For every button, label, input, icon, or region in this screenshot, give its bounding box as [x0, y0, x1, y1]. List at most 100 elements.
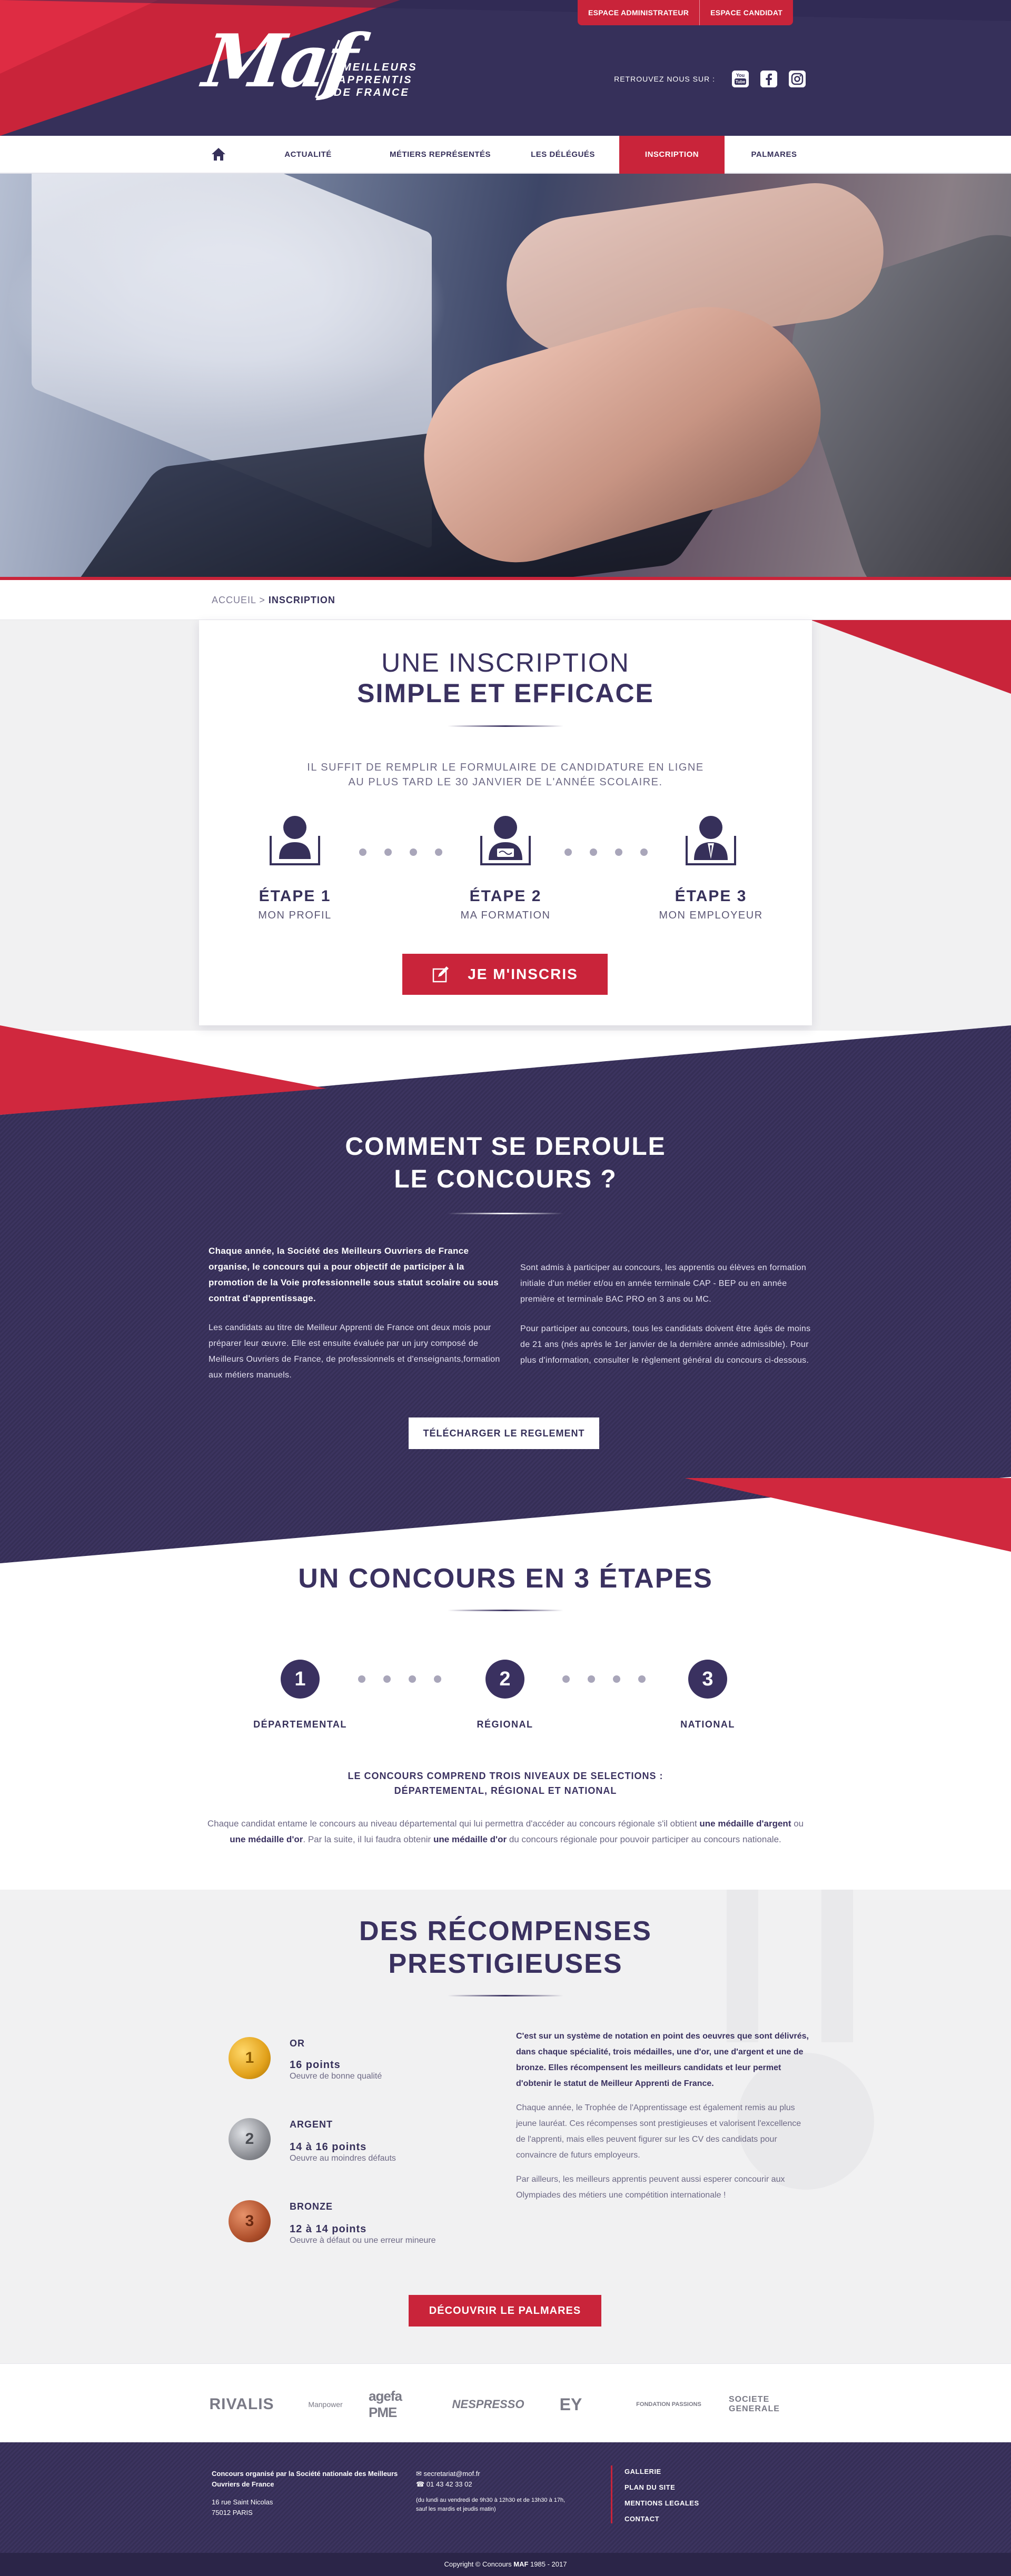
- footer-address: 16 rue Saint Nicolas 75012 PARIS: [212, 2498, 273, 2517]
- recompenses-paragraph: Par ailleurs, les meilleurs apprentis pe…: [516, 2175, 785, 2200]
- breadcrumb-current: INSCRIPTION: [268, 595, 335, 605]
- recompenses-text: C'est sur un système de notation en poin…: [516, 2029, 811, 2203]
- svg-text:You: You: [736, 73, 745, 78]
- section-divider: [448, 1213, 563, 1214]
- deroulement-title-line: COMMENT SE DEROULE: [345, 1133, 666, 1161]
- deroulement-title-line: LE CONCOURS ?: [394, 1165, 617, 1193]
- partner-logo-nespresso[interactable]: NESPRESSO: [449, 2386, 528, 2423]
- level-label: NATIONAL: [680, 1719, 735, 1730]
- section-divider: [448, 1995, 563, 1996]
- recompenses-section: DES RÉCOMPENSES PRESTIGIEUSES 1 OR 16 po…: [0, 1890, 1011, 2363]
- top-buttons: ESPACE ADMINISTRATEUR ESPACE CANDIDAT: [578, 0, 794, 25]
- footer-link-mentions-legales[interactable]: MENTIONS LEGALES: [625, 2499, 699, 2507]
- footer-link-gallerie[interactable]: GALLERIE: [625, 2468, 661, 2475]
- etapes-lead-line: LE CONCOURS COMPREND TROIS NIVEAUX DE SE…: [348, 1771, 663, 1781]
- silver-medal-icon: 2: [229, 2118, 271, 2160]
- logo-line: MEILLEURS: [342, 62, 418, 73]
- recompenses-title-line: PRESTIGIEUSES: [388, 1949, 623, 1979]
- site-header: Maf MEILLEURS APPRENTIS DE FRANCE ESPACE…: [0, 0, 1011, 136]
- nav-item-actualite[interactable]: ACTUALITÉ: [265, 136, 351, 174]
- inscription-red-shape: [811, 620, 1011, 694]
- medal-description: Oeuvre au moindres défauts: [290, 2154, 396, 2163]
- level-label: RÉGIONAL: [477, 1719, 533, 1730]
- partners-bar: RIVALIS Manpower agefa PME NESPRESSO EY …: [0, 2363, 1011, 2442]
- breadcrumb-text: ACCUEIL > INSCRIPTION: [212, 595, 335, 606]
- inscription-intro-line: IL SUFFIT DE REMPLIR LE FORMULAIRE DE CA…: [307, 762, 704, 773]
- deroulement-red-shape-right: [685, 1478, 1011, 1552]
- home-icon[interactable]: [211, 146, 226, 162]
- footer-hours: (du lundi au vendredi de 9h30 à 12h30 et…: [416, 2497, 566, 2512]
- section-divider: [448, 725, 563, 727]
- inscription-intro-line: AU PLUS TARD LE 30 JANVIER DE L'ANNÉE SC…: [348, 776, 663, 788]
- decouvrir-palmares-button[interactable]: DÉCOUVRIR LE PALMARES: [409, 2295, 601, 2327]
- deroulement-paragraph: Les candidats au titre de Meilleur Appre…: [209, 1323, 500, 1380]
- inscription-title-bold: SIMPLE ET EFFICACE: [357, 678, 654, 708]
- level-dots: [562, 1675, 646, 1683]
- inscription-title-light: UNE INSCRIPTION: [381, 648, 630, 677]
- medal-points: 16 points: [290, 2059, 341, 2071]
- phone-icon: ☎: [416, 2480, 425, 2488]
- hero-image: [0, 174, 1011, 580]
- etapes-section: UN CONCOURS EN 3 ÉTAPES 1 2 3 DÉPARTEMEN…: [0, 1563, 1011, 1890]
- mail-icon: ✉: [416, 2470, 422, 2478]
- step-dots: [359, 848, 442, 856]
- logo-line: APPRENTIS: [338, 74, 413, 86]
- step-subtitle: MA FORMATION: [460, 910, 551, 921]
- espace-candidat-button[interactable]: ESPACE CANDIDAT: [699, 0, 793, 25]
- step-subtitle: MON EMPLOYEUR: [659, 910, 763, 921]
- partner-logo-agefa[interactable]: agefa PME: [369, 2386, 427, 2423]
- etapes-title: UN CONCOURS EN 3 ÉTAPES: [298, 1563, 713, 1594]
- footer-link-plan-du-site[interactable]: PLAN DU SITE: [625, 2483, 675, 2491]
- deroulement-section: COMMENT SE DEROULE LE CONCOURS ? Chaque …: [0, 1025, 1011, 1563]
- nav-item-metiers[interactable]: MÉTIERS REPRÉSENTÉS: [369, 136, 512, 174]
- page: Maf MEILLEURS APPRENTIS DE FRANCE ESPACE…: [0, 0, 1011, 2576]
- inscription-card: UNE INSCRIPTION SIMPLE ET EFFICACE IL SU…: [199, 620, 812, 1025]
- deroulement-paragraph: Pour participer au concours, tous les ca…: [520, 1324, 811, 1365]
- footer-email[interactable]: secretariat@mof.fr: [424, 2470, 480, 2478]
- footer-organizer: Concours organisé par la Société nationa…: [212, 2470, 398, 2488]
- partner-logo-ey[interactable]: EY: [549, 2386, 593, 2423]
- etapes-lead-line: DÉPARTEMENTAL, RÉGIONAL ET NATIONAL: [394, 1785, 617, 1796]
- medal-name: OR: [290, 2038, 305, 2049]
- nav-item-inscription[interactable]: INSCRIPTION: [619, 136, 725, 174]
- inscription-button[interactable]: JE M'INSCRIS: [402, 954, 608, 995]
- espace-administrateur-button[interactable]: ESPACE ADMINISTRATEUR: [578, 0, 699, 25]
- site-logo[interactable]: Maf MEILLEURS APPRENTIS DE FRANCE: [199, 18, 436, 108]
- medal-points: 12 à 14 points: [290, 2223, 367, 2235]
- partner-logo-fondation[interactable]: FONDATION PASSIONS: [633, 2386, 705, 2423]
- deroulement-paragraph: Sont admis à participer au concours, les…: [520, 1263, 807, 1304]
- step-dots: [564, 848, 648, 856]
- step-subtitle: MON PROFIL: [258, 910, 332, 921]
- employer-icon: [685, 815, 737, 867]
- logo-line: DE FRANCE: [334, 87, 410, 98]
- graduate-icon: [479, 815, 532, 867]
- footer-divider: [611, 2465, 612, 2523]
- instagram-icon[interactable]: [789, 71, 806, 87]
- partner-logo-rivalis[interactable]: RIVALIS: [207, 2386, 276, 2423]
- youtube-icon[interactable]: You Tube: [732, 71, 749, 87]
- nav-item-palmares[interactable]: PALMARES: [738, 136, 810, 174]
- telecharger-reglement-button[interactable]: TÉLÉCHARGER LE REGLEMENT: [409, 1417, 599, 1449]
- partner-logo-societe-generale[interactable]: SOCIETE GENERALE: [729, 2386, 808, 2423]
- edit-icon: [432, 965, 450, 983]
- footer-phone: 01 43 42 33 02: [426, 2480, 472, 2488]
- level-number: 2: [485, 1660, 524, 1699]
- recompenses-title-line: DES RÉCOMPENSES: [359, 1916, 652, 1946]
- social-label: RETROUVEZ NOUS SUR :: [614, 75, 715, 83]
- medal-description: Oeuvre à défaut ou une erreur mineure: [290, 2236, 436, 2245]
- breadcrumb-separator: >: [259, 595, 265, 605]
- main-nav: ACTUALITÉ MÉTIERS REPRÉSENTÉS LES DÉLÉGU…: [0, 136, 1011, 174]
- copyright-bar: Copyright © Concours MAF 1985 - 2017: [0, 2553, 1011, 2576]
- footer-link-contact[interactable]: CONTACT: [625, 2515, 659, 2523]
- deroulement-intro: Chaque année, la Société des Meilleurs O…: [209, 1246, 499, 1303]
- facebook-icon[interactable]: [760, 71, 777, 87]
- nav-item-delegues[interactable]: LES DÉLÉGUÉS: [523, 136, 602, 174]
- medal-points: 14 à 16 points: [290, 2141, 367, 2153]
- medal-description: Oeuvre de bonne qualité: [290, 2072, 382, 2081]
- deroulement-left-column: Chaque année, la Société des Meilleurs O…: [209, 1243, 503, 1383]
- svg-text:Tube: Tube: [736, 79, 746, 84]
- gold-medal-icon: 1: [229, 2037, 271, 2079]
- breadcrumb-home-link[interactable]: ACCUEIL: [212, 595, 256, 605]
- partner-logo-manpower[interactable]: Manpower: [304, 2386, 346, 2423]
- step-title: ÉTAPE 2: [469, 887, 542, 905]
